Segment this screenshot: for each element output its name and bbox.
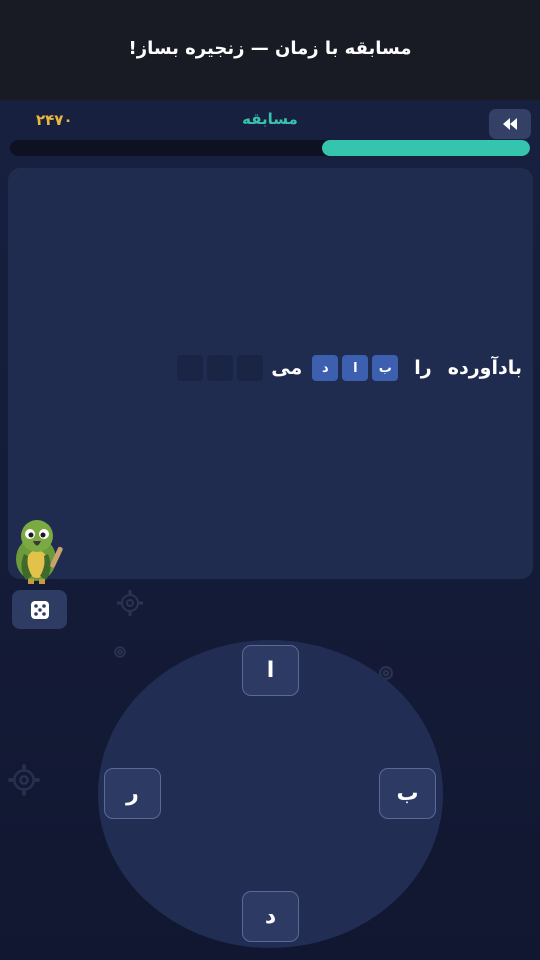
clue-word-start: بادآورده: [447, 357, 522, 379]
answer-tile: د: [312, 355, 339, 381]
empty-tile: [237, 355, 264, 381]
page-title: مسابقه با زمان — زنجیره بساز!: [128, 37, 412, 59]
gear-decoration-icon: [114, 646, 126, 658]
dice-icon: [30, 600, 49, 619]
clue-word-end: می: [271, 357, 303, 379]
timer-progress-fill: [322, 140, 530, 156]
letter-button-top[interactable]: ا: [242, 645, 299, 696]
letter-button-right[interactable]: ب: [379, 768, 436, 819]
clue-row: بادآورده را ب ا د می: [0, 354, 522, 382]
empty-tile: [207, 355, 234, 381]
answer-tile: ب: [372, 355, 399, 381]
dice-button[interactable]: [12, 590, 67, 629]
letter-button-left[interactable]: ر: [104, 768, 161, 819]
gear-decoration-icon: [117, 590, 143, 616]
gear-decoration-icon: [8, 764, 40, 796]
parrot-mascot-icon: [16, 520, 63, 584]
answer-tile: ا: [342, 355, 369, 381]
timer-progress-bar: [10, 140, 530, 156]
empty-tile: [177, 355, 204, 381]
empty-tiles: [177, 355, 264, 381]
header-bar: مسابقه با زمان — زنجیره بساز!: [0, 0, 540, 100]
rewind-icon: [503, 118, 517, 130]
rewind-button[interactable]: [489, 109, 531, 139]
letter-button-bottom[interactable]: د: [242, 891, 299, 942]
clue-connector: را: [414, 357, 432, 379]
mode-label: مسابقه: [242, 110, 298, 128]
answer-tiles: ب ا د: [312, 355, 399, 381]
